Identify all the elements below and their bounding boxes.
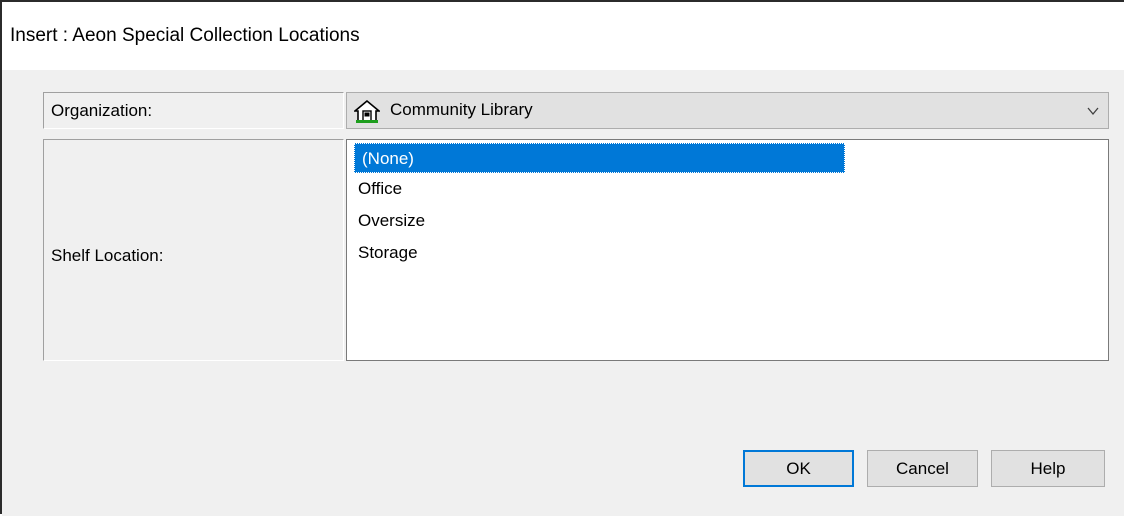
insert-dialog: Insert : Aeon Special Collection Locatio…: [0, 0, 1124, 516]
list-item-oversize[interactable]: Oversize: [355, 206, 425, 236]
organization-label: Organization:: [51, 101, 153, 120]
house-icon: [354, 99, 380, 123]
list-item-office[interactable]: Office: [355, 174, 402, 204]
ok-button[interactable]: OK: [743, 450, 854, 487]
help-button[interactable]: Help: [991, 450, 1105, 487]
shelf-location-label: Shelf Location:: [51, 246, 164, 265]
list-item-storage[interactable]: Storage: [355, 238, 418, 268]
organization-value: Community Library: [390, 100, 533, 119]
cancel-button[interactable]: Cancel: [867, 450, 978, 487]
list-item-none[interactable]: (None): [354, 143, 845, 173]
title-bar: Insert : Aeon Special Collection Locatio…: [2, 2, 1124, 70]
dialog-title: Insert : Aeon Special Collection Locatio…: [10, 25, 360, 46]
organization-combobox[interactable]: Community Library: [346, 92, 1109, 129]
organization-label-cell: Organization:: [43, 92, 344, 129]
shelf-location-listbox[interactable]: (None) Office Oversize Storage: [346, 139, 1109, 361]
chevron-down-icon[interactable]: [1086, 104, 1100, 118]
shelf-location-label-cell: Shelf Location:: [43, 139, 344, 361]
form-area: Organization: Community Library Shelf Lo…: [2, 70, 1124, 516]
